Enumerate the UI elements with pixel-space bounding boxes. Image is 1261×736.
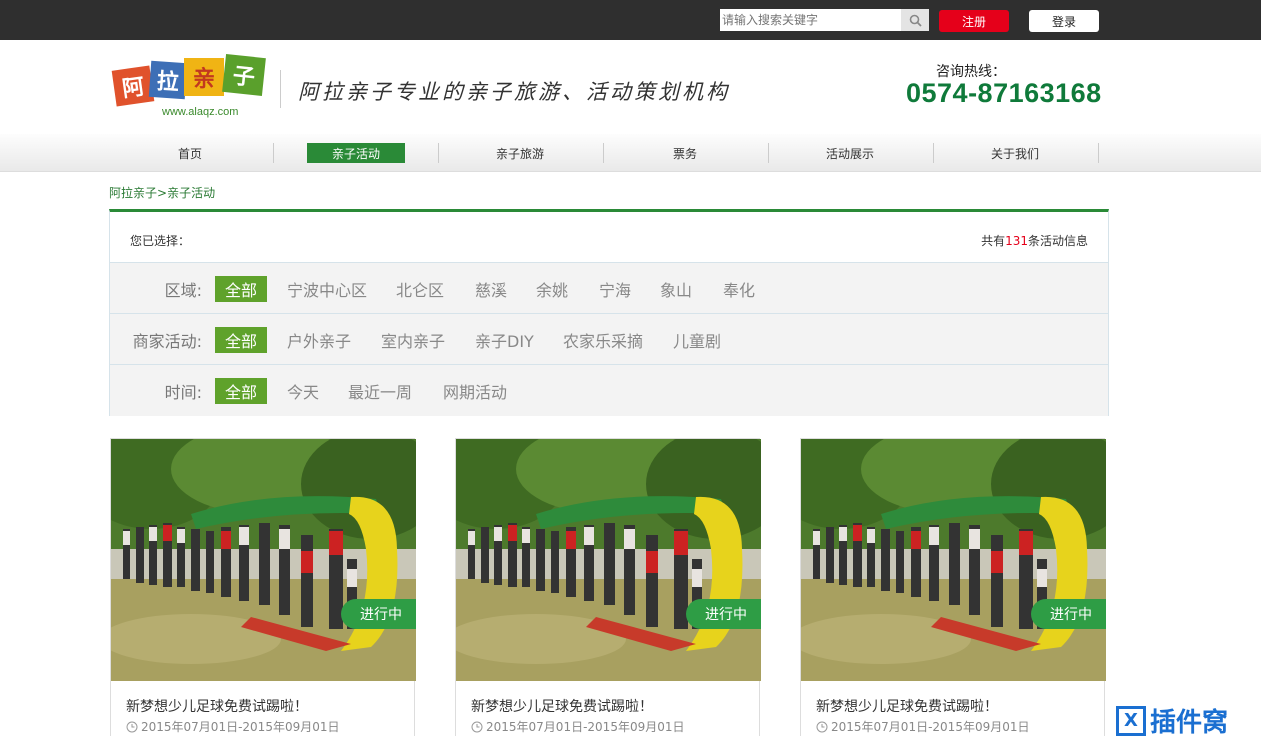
search-icon <box>909 14 922 27</box>
filter-option[interactable]: 宁波中心区 <box>287 276 367 302</box>
filter-option[interactable]: 网期活动 <box>443 378 507 404</box>
total-suffix: 条活动信息 <box>1027 234 1088 248</box>
filter-header: 您已选择： 共有131条活动信息 <box>110 212 1108 263</box>
activity-photo <box>111 439 416 681</box>
filter-row-merchant-activity: 商家活动: 全部 户外亲子 室内亲子 亲子DIY 农家乐采摘 儿童剧 <box>110 314 1108 365</box>
site-slogan: 阿拉亲子专业的亲子旅游、活动策划机构 <box>298 80 730 104</box>
activity-date: 2015年07月01日-2015年09月01日 <box>816 718 1030 735</box>
activity-date: 2015年07月01日-2015年09月01日 <box>471 718 685 735</box>
hotline-number: 0574-87163168 <box>906 78 1102 108</box>
site-logo[interactable]: 阿 拉 亲 子 www.alaqz.com <box>111 54 268 120</box>
site-header: 阿 拉 亲 子 www.alaqz.com 阿拉亲子专业的亲子旅游、活动策划机构… <box>0 40 1261 134</box>
watermark: X 插件窝 <box>1116 702 1228 736</box>
status-badge: 进行中 <box>341 599 416 629</box>
filter-row-time: 时间: 全部 今天 最近一周 网期活动 <box>110 365 1108 416</box>
nav-item-about-us[interactable]: 关于我们 <box>935 143 1095 163</box>
filter-label-time: 时间: <box>164 382 202 402</box>
search-button[interactable] <box>901 9 929 31</box>
header-divider <box>280 70 281 108</box>
filter-option[interactable]: 户外亲子 <box>287 327 351 353</box>
activity-image[interactable]: 进行中 <box>801 439 1106 681</box>
nav-separator <box>933 143 934 163</box>
logo-char-3: 亲 <box>184 58 224 96</box>
nav-item-parent-travel[interactable]: 亲子旅游 <box>440 143 600 163</box>
clock-icon <box>126 721 138 732</box>
activity-card[interactable]: 进行中 新梦想少儿足球免费试踢啦！ 2015年07月01日-2015年09月01… <box>110 438 416 736</box>
activity-image[interactable]: 进行中 <box>456 439 761 681</box>
clock-icon <box>816 721 828 732</box>
breadcrumb-separator: > <box>157 186 168 200</box>
filter-option[interactable]: 全部 <box>215 276 267 302</box>
register-button[interactable]: 注册 <box>939 10 1009 32</box>
nav-item-activity-showcase[interactable]: 活动展示 <box>770 143 930 163</box>
breadcrumb-home[interactable]: 阿拉亲子 <box>109 186 157 200</box>
filter-option[interactable]: 室内亲子 <box>381 327 445 353</box>
activity-photo <box>801 439 1106 681</box>
logo-url: www.alaqz.com <box>162 106 239 118</box>
search-input[interactable] <box>720 9 901 31</box>
breadcrumb-current[interactable]: 亲子活动 <box>167 186 215 200</box>
login-button[interactable]: 登录 <box>1029 10 1099 32</box>
top-bar: 注册 登录 <box>0 0 1261 40</box>
filter-option[interactable]: 宁海 <box>599 276 631 302</box>
activity-date-text: 2015年07月01日-2015年09月01日 <box>486 720 685 734</box>
nav-separator <box>273 143 274 163</box>
total-prefix: 共有 <box>981 234 1006 248</box>
activity-card[interactable]: 进行中 新梦想少儿足球免费试踢啦！ 2015年07月01日-2015年09月01… <box>455 438 761 736</box>
activity-title[interactable]: 新梦想少儿足球免费试踢啦！ <box>471 696 653 716</box>
filter-row-region: 区域: 全部 宁波中心区 北仑区 慈溪 余姚 宁海 象山 奉化 <box>110 263 1108 314</box>
status-badge: 进行中 <box>686 599 761 629</box>
total-activities-info: 共有131条活动信息 <box>981 232 1088 249</box>
filter-option[interactable]: 儿童剧 <box>673 327 721 353</box>
logo-char-1: 阿 <box>111 65 155 107</box>
activity-title[interactable]: 新梦想少儿足球免费试踢啦！ <box>126 696 308 716</box>
logo-char-4: 子 <box>222 54 266 96</box>
filter-option[interactable]: 余姚 <box>536 276 568 302</box>
filter-option[interactable]: 今天 <box>287 378 319 404</box>
nav-separator <box>1098 143 1099 163</box>
filter-option[interactable]: 象山 <box>660 276 692 302</box>
hotline-box: 咨询热线： 0574-87163168 <box>880 40 1108 134</box>
clock-icon <box>471 721 483 732</box>
logo-char-2: 拉 <box>148 60 188 100</box>
filter-option[interactable]: 全部 <box>215 327 267 353</box>
nav-item-tickets[interactable]: 票务 <box>605 143 765 163</box>
filter-panel: 您已选择： 共有131条活动信息 区域: 全部 宁波中心区 北仑区 慈溪 余姚 … <box>109 209 1109 416</box>
activity-date-text: 2015年07月01日-2015年09月01日 <box>831 720 1030 734</box>
activity-date: 2015年07月01日-2015年09月01日 <box>126 718 340 735</box>
filter-option[interactable]: 全部 <box>215 378 267 404</box>
filter-option[interactable]: 农家乐采摘 <box>563 327 643 353</box>
nav-separator <box>438 143 439 163</box>
nav-item-parent-activities[interactable]: 亲子活动 <box>307 143 405 163</box>
activity-date-text: 2015年07月01日-2015年09月01日 <box>141 720 340 734</box>
watermark-text: 插件窝 <box>1150 708 1229 736</box>
watermark-logo-icon: X <box>1116 705 1146 736</box>
filter-option[interactable]: 亲子DIY <box>475 327 534 353</box>
filter-option[interactable]: 最近一周 <box>348 378 412 404</box>
nav-separator <box>768 143 769 163</box>
nav-item-home[interactable]: 首页 <box>110 143 270 163</box>
activity-image[interactable]: 进行中 <box>111 439 416 681</box>
nav-separator <box>603 143 604 163</box>
filter-option[interactable]: 北仑区 <box>396 276 444 302</box>
activity-photo <box>456 439 761 681</box>
filter-option[interactable]: 奉化 <box>723 276 755 302</box>
activity-title[interactable]: 新梦想少儿足球免费试踢啦！ <box>816 696 998 716</box>
status-badge: 进行中 <box>1031 599 1106 629</box>
filter-label-region: 区域: <box>164 280 202 300</box>
filter-option[interactable]: 慈溪 <box>475 276 507 302</box>
filter-label-merchant-activity: 商家活动: <box>132 331 202 351</box>
activity-card[interactable]: 进行中 新梦想少儿足球免费试踢啦！ 2015年07月01日-2015年09月01… <box>800 438 1106 736</box>
breadcrumb: 阿拉亲子>亲子活动 <box>109 184 215 201</box>
main-nav: 首页 亲子活动 亲子旅游 票务 活动展示 关于我们 <box>0 134 1261 172</box>
total-count: 131 <box>1005 234 1028 248</box>
selected-filters-label: 您已选择： <box>130 234 191 248</box>
